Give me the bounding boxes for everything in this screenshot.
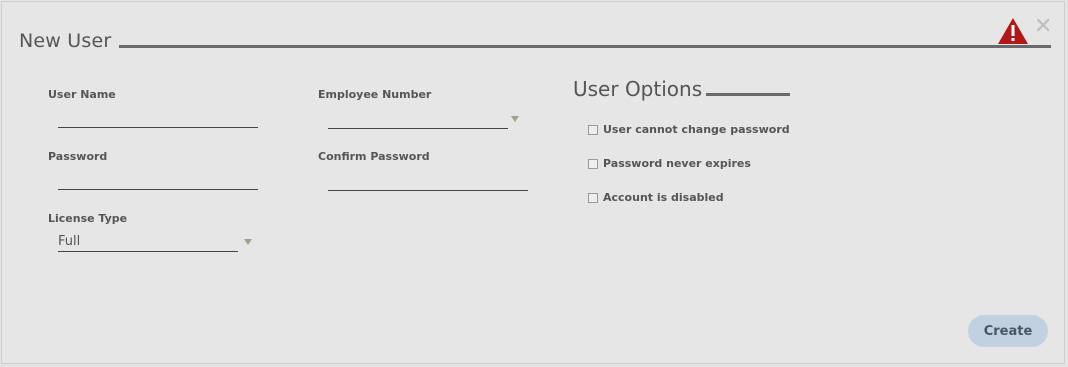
option-account-is-disabled[interactable]: Account is disabled <box>588 191 724 204</box>
employee-number-select[interactable] <box>328 109 508 127</box>
close-icon[interactable]: ✕ <box>1034 16 1052 38</box>
option-label: Password never expires <box>603 157 751 170</box>
checkbox[interactable] <box>588 124 598 135</box>
option-label: Account is disabled <box>603 191 724 204</box>
user-name-underline <box>58 127 258 128</box>
license-type-label: License Type <box>48 212 128 225</box>
warning-icon <box>998 18 1028 44</box>
employee-number-label: Employee Number <box>318 88 432 101</box>
chevron-down-icon[interactable] <box>244 239 252 245</box>
create-button[interactable]: Create <box>968 315 1048 347</box>
user-options-title: User Options <box>573 77 703 101</box>
user-name-label: User Name <box>48 88 116 101</box>
password-input[interactable] <box>58 170 258 188</box>
license-type-underline <box>58 251 238 252</box>
chevron-down-icon[interactable] <box>511 116 519 122</box>
password-underline <box>58 189 258 190</box>
user-options-divider <box>706 93 790 96</box>
confirm-password-label: Confirm Password <box>318 150 430 163</box>
password-label: Password <box>48 150 108 163</box>
title-divider <box>119 45 1051 48</box>
employee-number-underline <box>328 128 508 129</box>
confirm-password-input[interactable] <box>328 171 528 189</box>
dialog-title: New User <box>19 30 112 52</box>
license-type-select[interactable]: Full <box>58 234 238 252</box>
confirm-password-underline <box>328 190 528 191</box>
new-user-dialog: New User ✕ User Name Employee Number Pas… <box>1 1 1065 364</box>
user-name-input[interactable] <box>58 108 258 126</box>
option-user-cannot-change-password[interactable]: User cannot change password <box>588 123 790 136</box>
option-password-never-expires[interactable]: Password never expires <box>588 157 751 170</box>
checkbox[interactable] <box>588 158 598 169</box>
checkbox[interactable] <box>588 192 598 203</box>
option-label: User cannot change password <box>603 123 790 136</box>
